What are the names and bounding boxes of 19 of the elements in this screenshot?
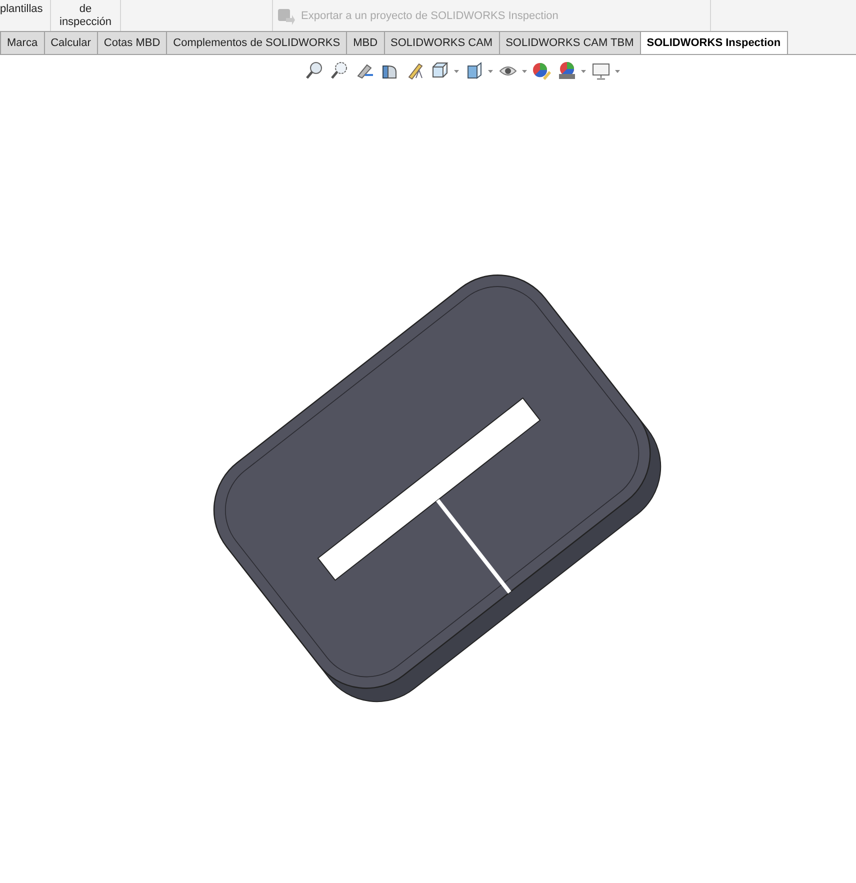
color-wheel-scene-icon[interactable] bbox=[557, 61, 577, 81]
monitor-icon[interactable] bbox=[591, 61, 611, 81]
zoom-fit-icon[interactable] bbox=[305, 61, 325, 81]
tab[interactable]: SOLIDWORKS CAM TBM bbox=[498, 31, 640, 54]
export-icon bbox=[277, 8, 295, 26]
tab[interactable]: SOLIDWORKS Inspection bbox=[640, 31, 788, 54]
caret-icon[interactable] bbox=[615, 70, 620, 72]
zoom-area-icon[interactable] bbox=[330, 61, 350, 81]
tab[interactable]: SOLIDWORKS CAM bbox=[384, 31, 499, 54]
caret-icon[interactable] bbox=[454, 70, 459, 72]
caret-icon[interactable] bbox=[522, 70, 527, 72]
caret-icon[interactable] bbox=[581, 70, 586, 72]
tab[interactable]: Calcular bbox=[44, 31, 97, 54]
tab[interactable]: Complementos de SOLIDWORKS bbox=[166, 31, 346, 54]
tab[interactable]: Cotas MBD bbox=[96, 31, 166, 54]
caret-icon[interactable] bbox=[488, 70, 493, 72]
tab[interactable]: MBD bbox=[346, 31, 384, 54]
tab[interactable]: Marca bbox=[0, 31, 44, 54]
color-wheel-pencil-icon[interactable] bbox=[532, 61, 552, 81]
